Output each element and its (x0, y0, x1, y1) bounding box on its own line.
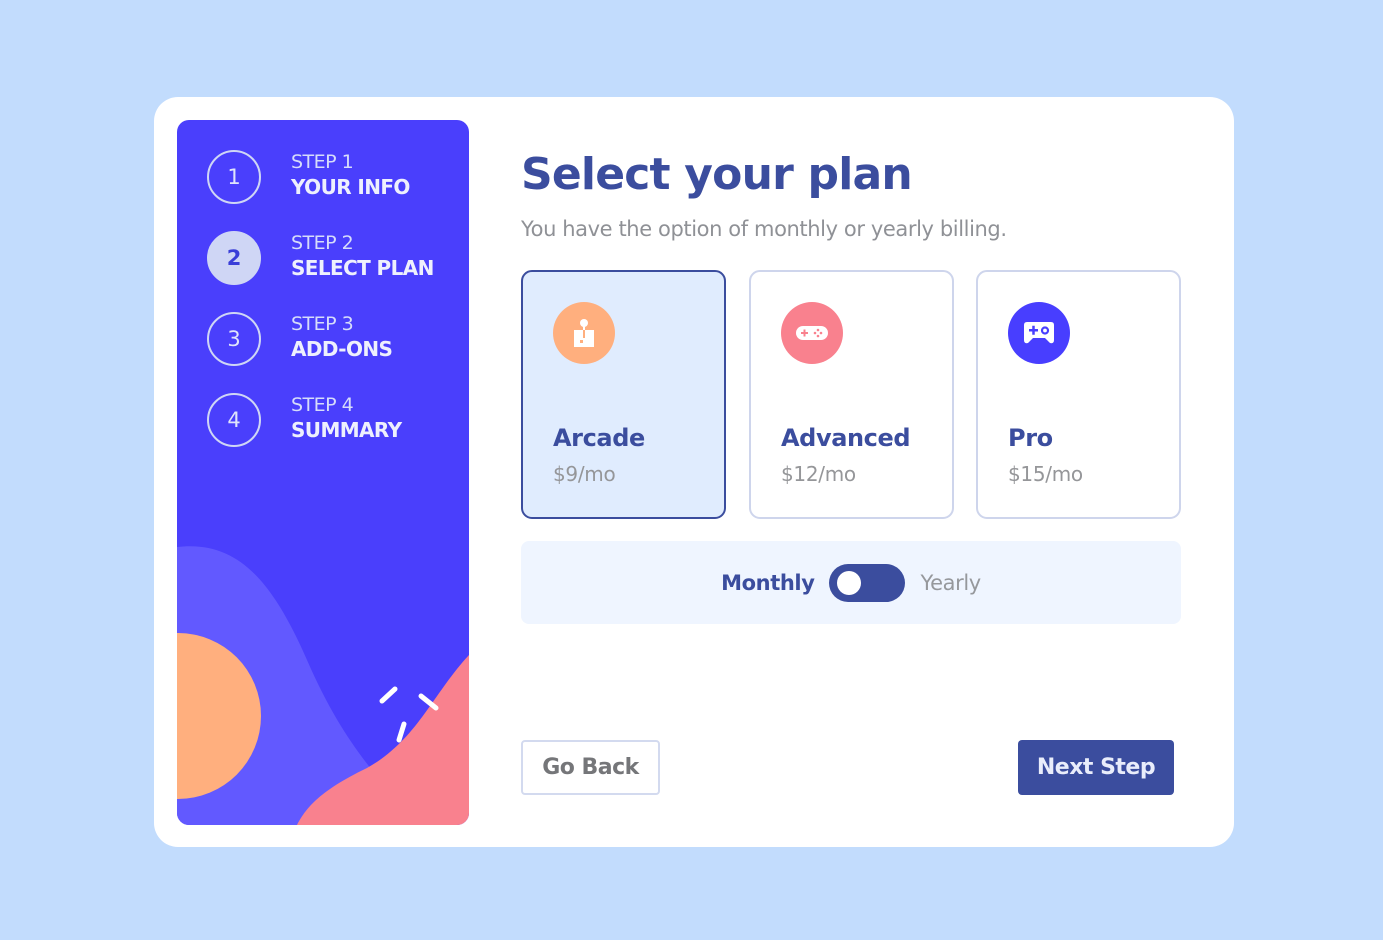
go-back-button[interactable]: Go Back (521, 740, 660, 795)
plan-name-pro: Pro (1008, 424, 1053, 452)
step-label-1: STEP 1 (291, 151, 354, 173)
toggle-knob (836, 570, 861, 595)
form-card: 1 STEP 1 YOUR INFO 2 STEP 2 SELECT PLAN … (154, 97, 1234, 847)
billing-toggle[interactable] (828, 563, 905, 602)
step-label-3: STEP 3 (291, 313, 354, 335)
gamepad-icon (781, 302, 843, 364)
page-title: Select your plan (521, 149, 913, 200)
step-title-3: ADD-ONS (291, 337, 393, 361)
plan-card-advanced[interactable]: Advanced $12/mo (749, 270, 954, 519)
plan-name-arcade: Arcade (553, 424, 645, 452)
step-item-2[interactable]: 2 STEP 2 SELECT PLAN (207, 231, 434, 312)
plan-name-advanced: Advanced (781, 424, 911, 452)
joystick-icon (553, 302, 615, 364)
plan-price-arcade: $9/mo (553, 462, 616, 486)
step-title-4: SUMMARY (291, 418, 402, 442)
plan-options: Arcade $9/mo Advanced $12/mo Pro $15/mo (521, 270, 1181, 519)
plan-price-advanced: $12/mo (781, 462, 856, 486)
step-number-2: 2 (207, 231, 261, 285)
billing-period-selector: Monthly Yearly (521, 541, 1181, 624)
monthly-label[interactable]: Monthly (721, 571, 815, 595)
step-label-2: STEP 2 (291, 232, 354, 254)
step-item-4[interactable]: 4 STEP 4 SUMMARY (207, 393, 434, 474)
step-list: 1 STEP 1 YOUR INFO 2 STEP 2 SELECT PLAN … (207, 150, 434, 474)
plan-card-pro[interactable]: Pro $15/mo (976, 270, 1181, 519)
step-number-3: 3 (207, 312, 261, 366)
step-title-2: SELECT PLAN (291, 256, 434, 280)
step-label-4: STEP 4 (291, 394, 354, 416)
step-item-1[interactable]: 1 STEP 1 YOUR INFO (207, 150, 434, 231)
next-step-button[interactable]: Next Step (1018, 740, 1174, 795)
plan-selection: Select your plan You have the option of … (521, 97, 1181, 847)
step-title-1: YOUR INFO (291, 175, 410, 199)
steps-sidebar: 1 STEP 1 YOUR INFO 2 STEP 2 SELECT PLAN … (177, 120, 469, 825)
step-number-4: 4 (207, 393, 261, 447)
plan-price-pro: $15/mo (1008, 462, 1083, 486)
step-number-1: 1 (207, 150, 261, 204)
plan-card-arcade[interactable]: Arcade $9/mo (521, 270, 726, 519)
page-subtitle: You have the option of monthly or yearly… (521, 217, 1007, 241)
controller-icon (1008, 302, 1070, 364)
step-item-3[interactable]: 3 STEP 3 ADD-ONS (207, 312, 434, 393)
yearly-label[interactable]: Yearly (921, 571, 982, 595)
